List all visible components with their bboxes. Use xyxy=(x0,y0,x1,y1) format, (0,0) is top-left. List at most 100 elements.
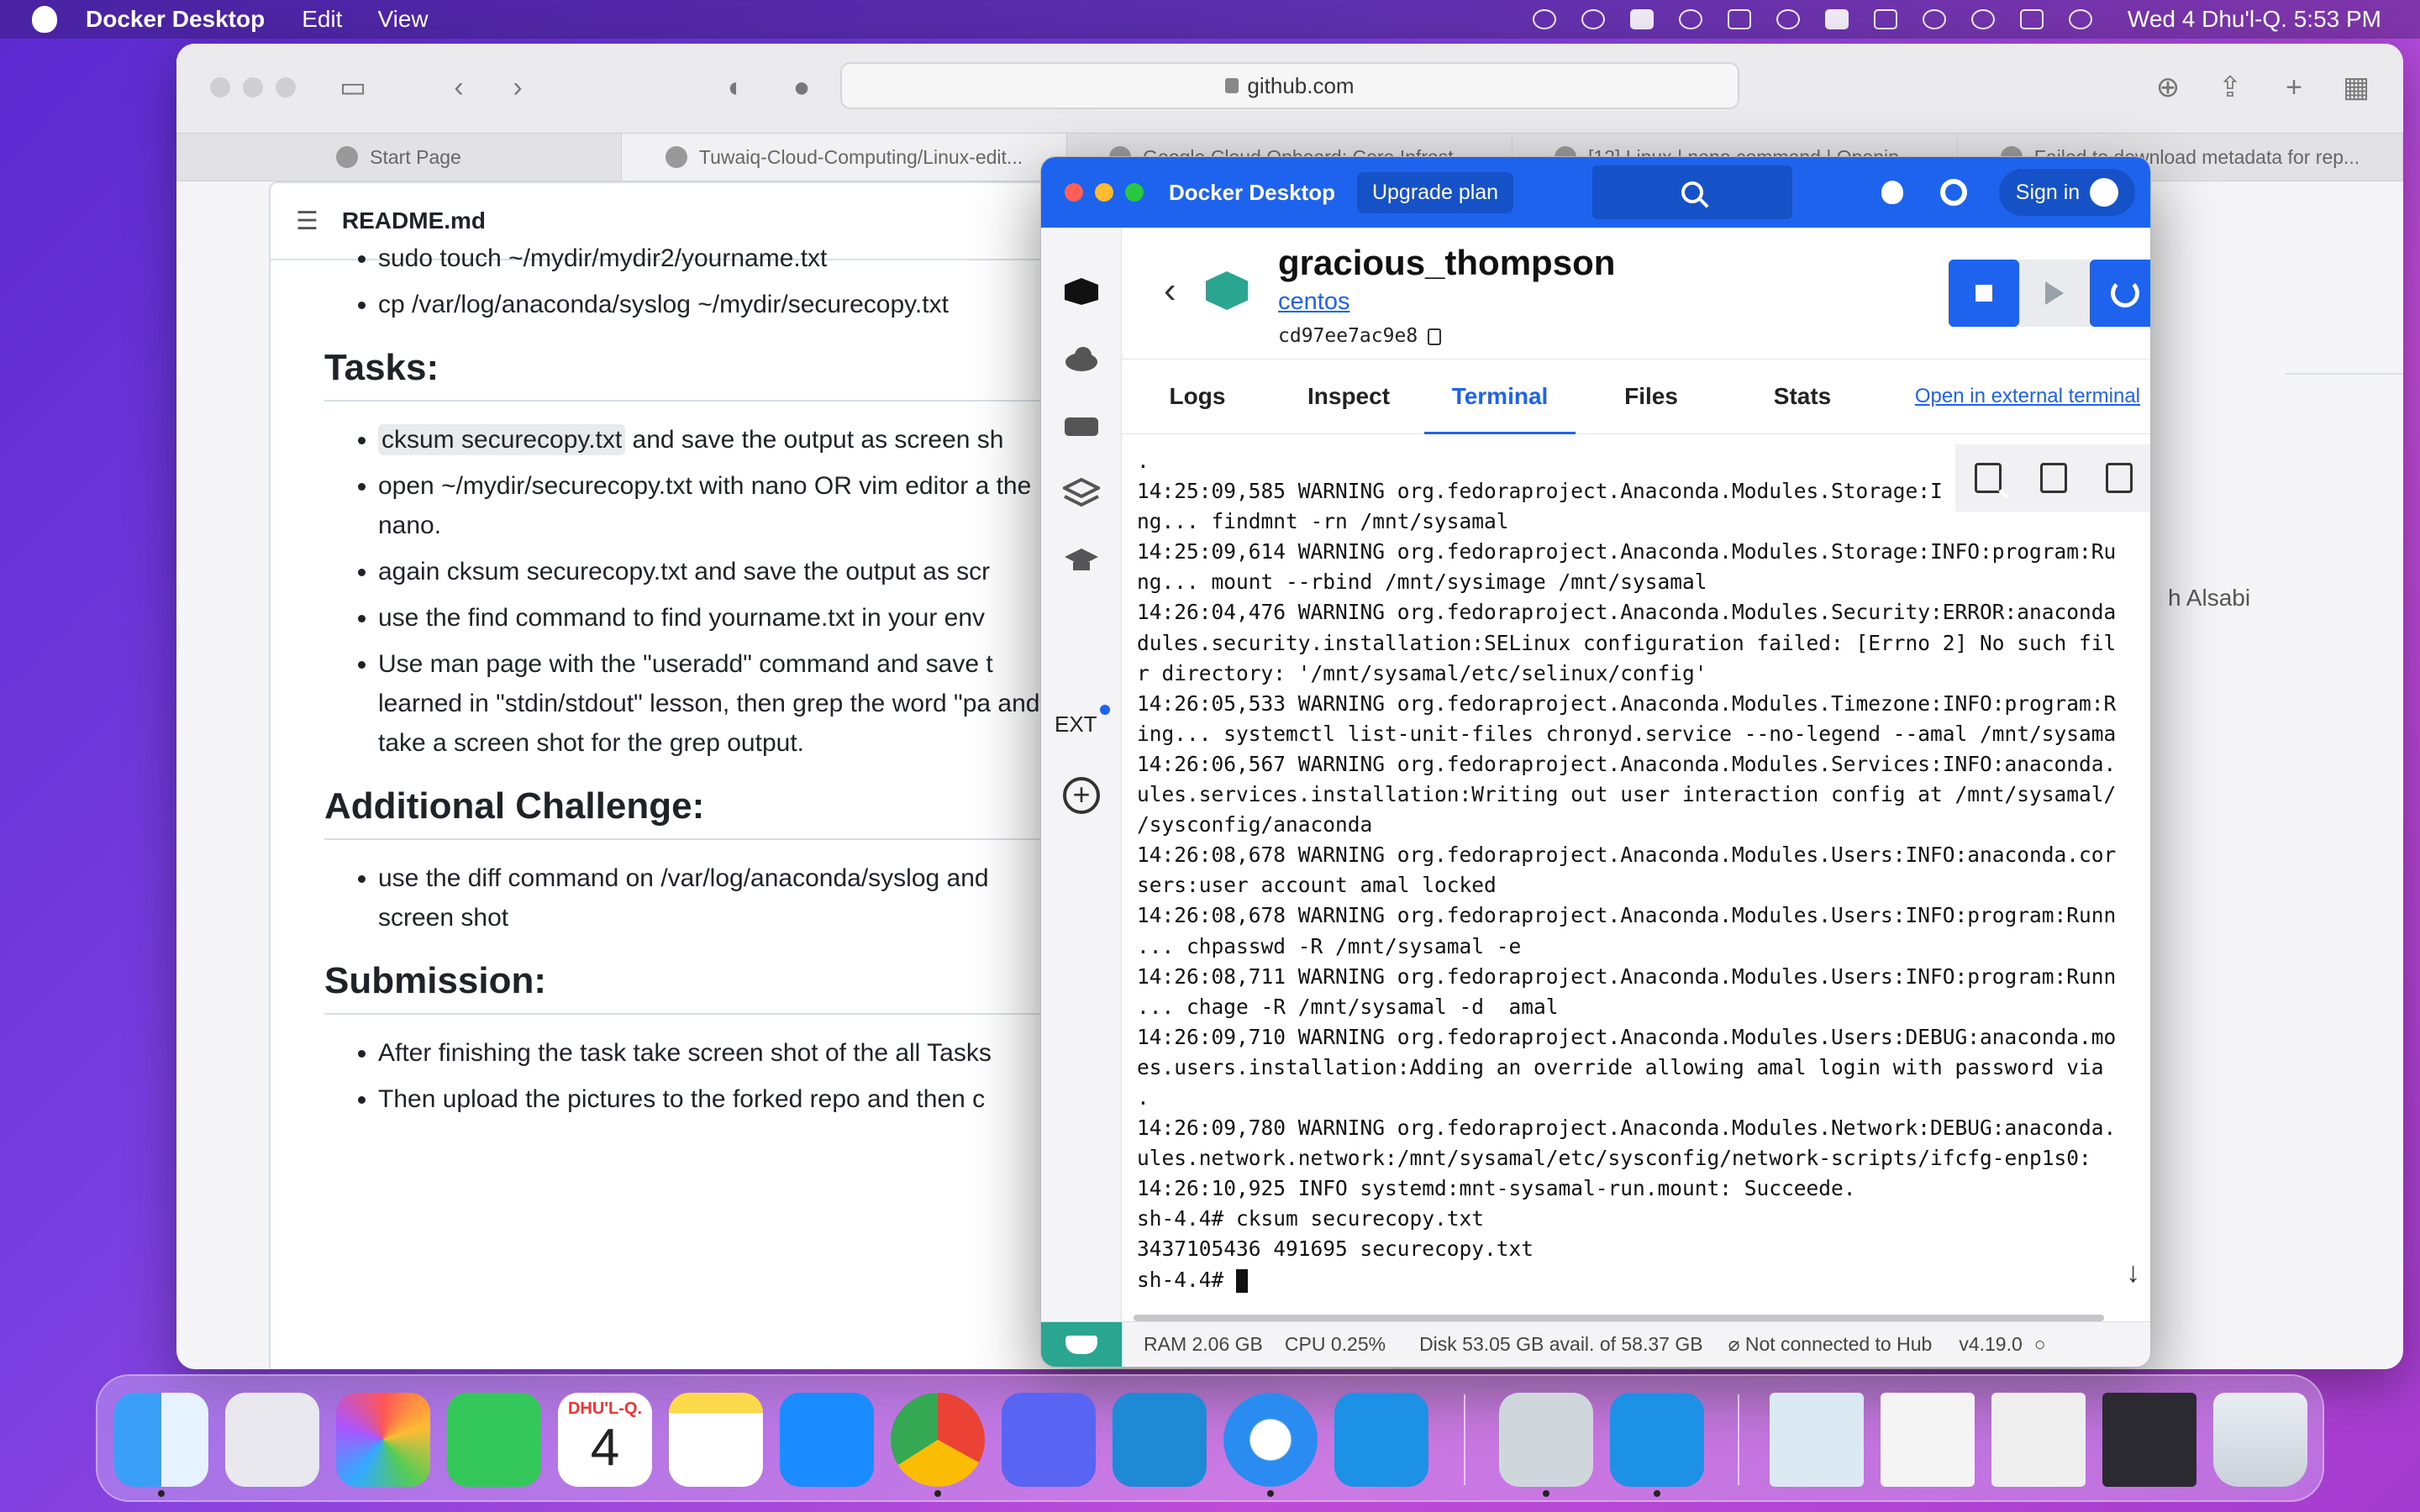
start-button[interactable] xyxy=(2019,260,2090,327)
close-button[interactable] xyxy=(210,77,230,97)
menu-clock[interactable]: Wed 4 Dhu'l-Q. 5:53 PM xyxy=(2128,6,2381,33)
restart-button[interactable] xyxy=(2090,260,2150,327)
screenshot-thumb-icon[interactable] xyxy=(1881,1393,1975,1487)
facetime-icon[interactable] xyxy=(447,1393,541,1487)
zoom-button[interactable] xyxy=(276,77,296,97)
add-extension-icon[interactable]: + xyxy=(1063,777,1100,814)
battery-icon[interactable] xyxy=(1873,9,1897,29)
docker-menu-icon[interactable] xyxy=(1629,9,1654,29)
close-button[interactable] xyxy=(1065,183,1083,202)
sign-in-button[interactable]: Sign in xyxy=(1999,169,2135,216)
safari-icon[interactable] xyxy=(1223,1393,1318,1487)
containers-icon[interactable] xyxy=(1063,276,1100,307)
docker-icon[interactable] xyxy=(1334,1393,1428,1487)
input-source-icon[interactable] xyxy=(1824,9,1849,29)
container-header: ‹ gracious_thompson centos cd97ee7ac9e8 xyxy=(1122,228,2150,359)
airdrop-icon[interactable] xyxy=(1678,9,1702,29)
preview-icon[interactable] xyxy=(1499,1393,1593,1487)
menu-view[interactable]: View xyxy=(377,6,428,33)
folder-stack-icon[interactable] xyxy=(1770,1393,1864,1487)
photos-icon[interactable] xyxy=(336,1393,430,1487)
gear-icon[interactable] xyxy=(1940,179,1967,206)
tab-stats[interactable]: Stats xyxy=(1727,359,1878,434)
back-arrow-icon[interactable]: ‹ xyxy=(1164,270,1176,312)
back-icon[interactable]: ‹ xyxy=(442,71,476,104)
extensions-label[interactable]: EXT xyxy=(1055,711,1097,738)
menu-edit[interactable]: Edit xyxy=(302,6,342,33)
running-indicator xyxy=(1267,1490,1274,1497)
calendar-icon[interactable]: DHU'L-Q. 4 xyxy=(558,1393,652,1487)
outline-icon[interactable]: ☰ xyxy=(296,207,318,236)
new-tab-icon[interactable]: + xyxy=(2277,71,2311,104)
task-item: Use man page with the "useradd" command … xyxy=(378,644,1059,763)
tab-inspect[interactable]: Inspect xyxy=(1273,359,1424,434)
dev-env-icon[interactable] xyxy=(1063,478,1100,508)
downloads-icon[interactable]: ⊕ xyxy=(2151,71,2185,104)
siri-icon[interactable] xyxy=(2068,9,2092,29)
lightbulb-icon[interactable]: ○ xyxy=(2034,1333,2046,1356)
play-icon xyxy=(2045,281,2064,305)
horizontal-scrollbar[interactable] xyxy=(1134,1315,2104,1321)
scroll-to-bottom-icon[interactable]: ↓ xyxy=(2126,1257,2140,1289)
volumes-icon[interactable] xyxy=(1063,411,1100,441)
app-store-icon[interactable] xyxy=(780,1393,874,1487)
search-button[interactable] xyxy=(1592,165,1792,219)
finder-icon[interactable] xyxy=(114,1393,208,1487)
sidebar-icon[interactable]: ▭ xyxy=(336,71,370,104)
launchpad-icon[interactable] xyxy=(225,1393,319,1487)
tab-terminal[interactable]: Terminal xyxy=(1424,359,1576,435)
notes-icon[interactable] xyxy=(669,1393,763,1487)
menu-app-name[interactable]: Docker Desktop xyxy=(86,6,265,33)
stop-button[interactable] xyxy=(1949,260,2019,327)
status-icon-1[interactable] xyxy=(1532,9,1556,29)
tab-files[interactable]: Files xyxy=(1576,359,1727,434)
wifi-icon[interactable] xyxy=(1922,9,1946,29)
apple-menu-icon[interactable] xyxy=(32,6,57,33)
docker-whale-icon[interactable] xyxy=(1041,1321,1122,1367)
tab-start-page[interactable]: Start Page xyxy=(176,134,622,181)
vscode-icon[interactable] xyxy=(1113,1393,1207,1487)
address-bar[interactable]: github.com xyxy=(840,62,1739,109)
grammarly-icon[interactable]: ● xyxy=(785,71,818,104)
trash-icon[interactable] xyxy=(2106,463,2133,493)
zoom-button[interactable] xyxy=(1125,183,1144,202)
calendar-month: DHU'L-Q. xyxy=(567,1399,643,1418)
upgrade-plan-button[interactable]: Upgrade plan xyxy=(1356,171,1514,213)
tab-logs[interactable]: Logs xyxy=(1122,359,1273,434)
chrome-icon[interactable] xyxy=(891,1393,985,1487)
discord-icon[interactable] xyxy=(1002,1393,1096,1487)
image-link[interactable]: centos xyxy=(1278,288,1349,316)
dock: DHU'L-Q. 4 xyxy=(96,1374,2324,1502)
minimize-button[interactable] xyxy=(1095,183,1113,202)
trash-icon[interactable] xyxy=(2213,1393,2307,1487)
status-icon-2[interactable] xyxy=(1581,9,1605,29)
bug-icon[interactable] xyxy=(1881,181,1903,204)
copy-icon[interactable] xyxy=(2040,463,2067,493)
tab-github[interactable]: Tuwaiq-Cloud-Computing/Linux-edit... xyxy=(622,134,1067,181)
docker-titlebar: Docker Desktop Upgrade plan Sign in xyxy=(1041,157,2150,228)
docker-running-icon[interactable] xyxy=(1610,1393,1704,1487)
open-external-terminal-link[interactable]: Open in external terminal xyxy=(1915,385,2140,408)
learn-icon[interactable] xyxy=(1063,545,1100,575)
hub-status-text: Not connected to Hub xyxy=(1744,1333,1933,1355)
screenshot-thumb-icon[interactable] xyxy=(2102,1393,2196,1487)
restart-icon xyxy=(2111,279,2139,307)
terminal-panel[interactable]: . 14:25:09,585 WARNING org.fedoraproject… xyxy=(1122,434,2150,1323)
bluetooth-icon[interactable] xyxy=(1727,9,1751,29)
tab-label: Tuwaiq-Cloud-Computing/Linux-edit... xyxy=(698,145,1023,168)
terminal-line: dules.security.installation:SELinux conf… xyxy=(1137,630,2117,655)
screenshot-thumb-icon[interactable] xyxy=(1991,1393,2086,1487)
search-icon xyxy=(1681,181,1703,203)
terminal-line: 14:26:05,533 WARNING org.fedoraproject.A… xyxy=(1137,690,2117,716)
control-center-icon[interactable] xyxy=(2019,9,2044,29)
copy-icon[interactable] xyxy=(1428,328,1442,345)
search-icon[interactable] xyxy=(1975,463,2002,493)
cloud-icon[interactable] xyxy=(1063,344,1100,374)
play-icon[interactable] xyxy=(1776,9,1800,29)
forward-icon[interactable]: › xyxy=(501,71,534,104)
spotlight-icon[interactable] xyxy=(1970,9,1995,29)
minimize-button[interactable] xyxy=(243,77,263,97)
share-icon[interactable]: ⇪ xyxy=(2213,71,2247,104)
shield-icon[interactable]: ◐ xyxy=(719,71,753,104)
tab-overview-icon[interactable]: ▦ xyxy=(2339,71,2373,104)
